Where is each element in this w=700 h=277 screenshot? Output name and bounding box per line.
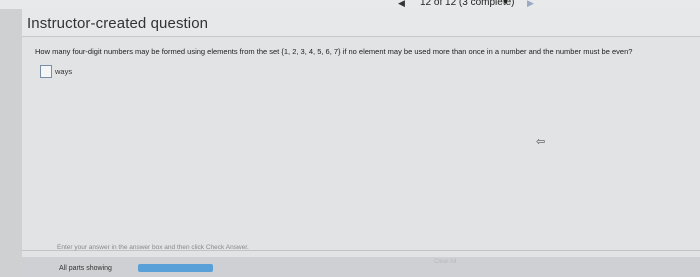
mouse-pointer-icon: ⇦ [536,136,546,148]
clear-all-button[interactable]: Clear All [434,259,456,265]
answer-unit-label: ways [55,67,73,76]
parts-progress-bar [138,264,213,272]
answer-instructions: Enter your answer in the answer box and … [57,244,249,251]
question-counter[interactable]: 12 of 12 (3 complete) [420,0,515,8]
answer-input[interactable] [40,65,52,78]
question-nav-bar: ◀ 12 of 12 (3 complete) ▼ ▶ [0,0,700,9]
question-panel: How many four-digit numbers may be forme… [22,37,700,277]
question-header: Instructor-created question [22,9,700,37]
previous-question-icon[interactable]: ◀ [398,0,405,9]
page-title: Instructor-created question [27,15,209,32]
left-sidebar-strip [0,9,22,277]
footer-bar: All parts showing Clear All [22,257,700,277]
question-text: How many four-digit numbers may be forme… [35,47,633,56]
parts-showing-label[interactable]: All parts showing [59,265,112,272]
chevron-down-icon[interactable]: ▼ [502,0,509,6]
next-question-icon[interactable]: ▶ [527,0,534,9]
